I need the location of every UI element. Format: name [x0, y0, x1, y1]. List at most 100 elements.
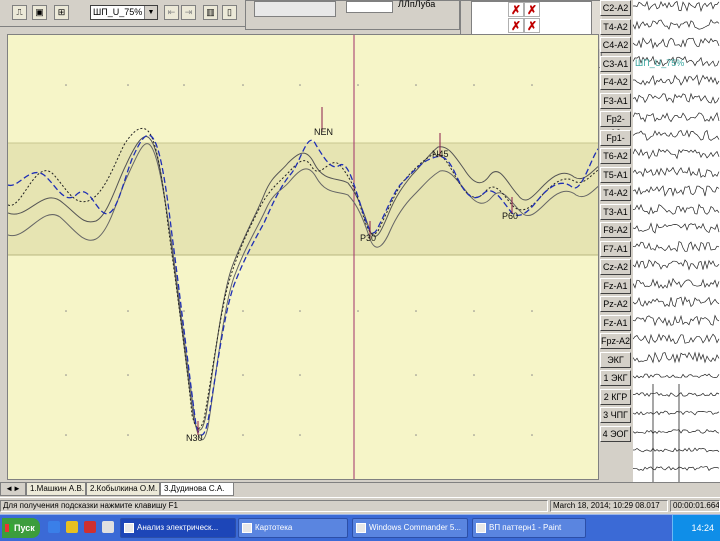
scale-value: ШП_U_75%: [93, 7, 143, 17]
eeg-trace: [633, 314, 720, 327]
window-icon: [242, 523, 252, 533]
peak-label: N45: [432, 149, 449, 159]
eeg-trace: [633, 428, 720, 434]
task-catalog[interactable]: Картотека: [238, 518, 348, 538]
panel-field-2[interactable]: [346, 1, 393, 13]
eeg-trace: [633, 333, 720, 345]
eeg-trace: [633, 129, 720, 141]
desktop-icon[interactable]: [102, 521, 114, 533]
tab-patient-3[interactable]: 3.Дудинова С.А.: [160, 483, 234, 496]
eeg-trace: [633, 166, 720, 178]
channel-button[interactable]: C3-A1: [600, 55, 631, 72]
window-icon: [124, 523, 134, 533]
channel-button[interactable]: Pz-A2: [600, 296, 631, 312]
scale-select[interactable]: ШП_U_75% ▼: [90, 5, 158, 20]
channel-button[interactable]: F3-A1: [600, 92, 631, 109]
next-icon[interactable]: ⇥: [181, 5, 196, 20]
ie-icon[interactable]: [48, 521, 60, 533]
eeg-trace: [633, 203, 720, 215]
start-button[interactable]: Пуск: [2, 518, 40, 538]
channel-button[interactable]: T6-A2: [600, 148, 631, 164]
task-windows-commander[interactable]: Windows Commander 5...: [352, 518, 468, 538]
windows-logo-icon: [5, 524, 13, 532]
channel-button[interactable]: F7-A1: [600, 240, 631, 257]
task-label: Анализ электрическ...: [137, 523, 219, 532]
panel-field[interactable]: [254, 1, 336, 17]
eeg-trace: [633, 447, 720, 453]
channel-button[interactable]: 3 ЧПГ: [600, 407, 631, 423]
patient-tabs: ◄► 1.Машкин А.В. 2.Кобылкина О.М. 3.Дуди…: [0, 482, 720, 497]
eeg-trace: [633, 259, 720, 271]
clock: 14:24: [691, 523, 714, 533]
marker-cell[interactable]: ✗: [524, 18, 540, 33]
channel-button[interactable]: Fpz-A2: [600, 333, 631, 349]
folder-icon[interactable]: [66, 521, 78, 533]
montage-channel-list: C2-A2 T4-A2 C4-A2 C3-A1 F4-A2 F3-A1 Fp2-A2Fp1-…: [600, 0, 632, 474]
peak-label: P30: [360, 233, 376, 243]
eeg-trace: [633, 37, 720, 50]
channel-button[interactable]: T5-A1: [600, 166, 631, 183]
eeg-trace: [633, 392, 720, 397]
grid-icon[interactable]: ▥: [203, 5, 218, 20]
marker-cell[interactable]: ✗: [508, 2, 524, 17]
view-icon[interactable]: ⎍: [12, 5, 27, 20]
channel-button[interactable]: Fp2-A2: [600, 111, 631, 138]
evoked-potential-plot[interactable]: NEN P30 N45 P60 N30: [7, 34, 599, 480]
prev-icon[interactable]: ⇤: [164, 5, 179, 20]
marker-cell[interactable]: ✗: [508, 18, 524, 33]
selection-panel: ЛЛпЛуба: [245, 0, 460, 30]
channel-button[interactable]: T4-A2: [600, 18, 631, 35]
task-label: Windows Commander 5...: [369, 523, 462, 532]
eeg-trace: [633, 466, 720, 471]
status-date: March 18, 2014; 10:29 08.017: [550, 500, 668, 512]
channel-button[interactable]: T4-A2: [600, 185, 631, 201]
channel-button[interactable]: C4-A2: [600, 37, 631, 53]
status-hint: Для получения подсказки нажмите клавишу …: [0, 500, 548, 512]
task-eeg-analysis[interactable]: Анализ электрическ...: [120, 518, 236, 538]
eeg-trace: [633, 74, 720, 86]
start-label: Пуск: [14, 523, 35, 533]
channel-button[interactable]: 4 ЭОГ: [600, 425, 631, 442]
chevron-down-icon[interactable]: ▼: [144, 6, 157, 19]
channel-button[interactable]: Fz-A1: [600, 314, 631, 331]
channel-button[interactable]: Fz-A1: [600, 277, 631, 294]
channel-button[interactable]: Cz-A2: [600, 259, 631, 275]
task-label: Картотека: [255, 523, 293, 532]
channel-button[interactable]: 2 КГР: [600, 388, 631, 405]
channel-button[interactable]: 1 ЭКГ: [600, 370, 631, 386]
channel-button[interactable]: ЭКГ: [600, 351, 631, 368]
eeg-trace: [633, 18, 720, 30]
task-label: ВП паттерн1 - Paint: [489, 523, 562, 532]
channel-button[interactable]: F4-A2: [600, 74, 631, 90]
channel-button[interactable]: T3-A1: [600, 203, 631, 220]
eeg-trace: [633, 222, 720, 234]
peak-label: NEN: [314, 127, 333, 137]
zoom-icon[interactable]: ▣: [32, 5, 47, 20]
eeg-trace: [633, 148, 720, 160]
raw-eeg-panel[interactable]: ШП_U_75%: [633, 0, 720, 484]
window-icon: [476, 523, 486, 533]
eeg-trace: [633, 241, 720, 253]
app-icon[interactable]: [84, 521, 96, 533]
channel-button[interactable]: F8-A2: [600, 222, 631, 238]
task-paint[interactable]: ВП паттерн1 - Paint: [472, 518, 586, 538]
eeg-trace: [633, 0, 720, 13]
peak-label: P60: [502, 211, 518, 221]
page-icon[interactable]: ▯: [222, 5, 237, 20]
channel-button[interactable]: Fp1-A1: [600, 129, 631, 157]
toolbar: ⎍ ▣ ⊞ ШП_U_75% ▼ ⇤ ⇥ ▥ ▯: [0, 0, 245, 27]
eeg-trace: [633, 185, 720, 197]
window-icon: [356, 523, 366, 533]
eeg-trace: [633, 296, 720, 308]
eeg-traces: [633, 0, 720, 484]
status-bar: Для получения подсказки нажмите клавишу …: [0, 497, 720, 514]
marker-cell[interactable]: ✗: [524, 2, 540, 17]
layout-icon[interactable]: ⊞: [54, 5, 69, 20]
eeg-trace: [633, 373, 720, 379]
channel-button[interactable]: C2-A2: [600, 0, 631, 16]
tab-patient-1[interactable]: 1.Машкин А.В.: [26, 483, 86, 496]
eeg-trace: [633, 410, 720, 416]
tab-scroll-icon[interactable]: ◄►: [0, 483, 26, 496]
tab-patient-2[interactable]: 2.Кобылкина О.М.: [86, 483, 160, 496]
waveform-canvas: NEN P30 N45 P60 N30: [8, 35, 598, 479]
